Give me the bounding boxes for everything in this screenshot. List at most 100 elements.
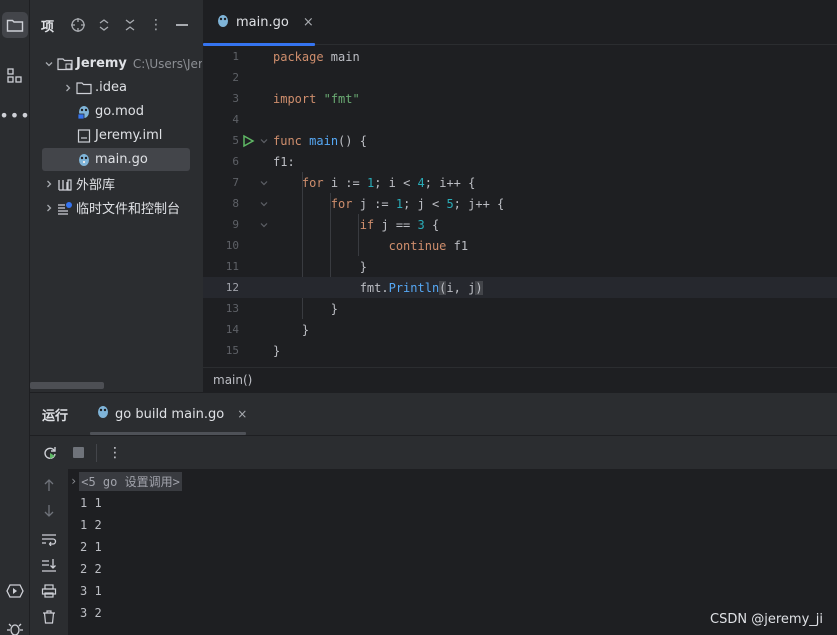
tree-item-label: 临时文件和控制台	[76, 202, 181, 217]
debug-tool-button[interactable]	[2, 615, 28, 635]
code-line: 8 for j := 1; j < 5; j++ {	[203, 193, 837, 214]
code-line: 9 if j == 3 {	[203, 214, 837, 235]
project-tool-button[interactable]	[2, 12, 28, 38]
go-file-icon	[75, 152, 93, 168]
project-panel-title: 项	[41, 19, 55, 35]
arrow-down-icon	[44, 505, 54, 517]
scroll-to-end-icon	[42, 559, 56, 572]
command-line-text: <5 go 设置调用>	[79, 471, 182, 491]
collapse-all-button[interactable]	[117, 18, 143, 32]
console-line: 3 2	[80, 606, 102, 620]
code-area[interactable]: 1 package main 2 3 import "fmt" 4 5 func…	[203, 46, 837, 366]
fold-icon[interactable]	[259, 136, 269, 146]
line-number: 7	[232, 176, 239, 189]
close-run-tab-button[interactable]: ×	[237, 407, 247, 421]
options-menu-button[interactable]: ⋮	[143, 18, 169, 32]
print-button[interactable]	[39, 581, 59, 601]
more-tools-button[interactable]: •••	[0, 102, 30, 128]
run-toolbar: ⋮	[30, 435, 837, 469]
fold-icon[interactable]	[259, 178, 269, 188]
expand-all-icon	[99, 19, 109, 31]
run-panel-title: 运行	[42, 408, 69, 424]
run-panel: 运行 go build main.go × ⋮ › <5 go 设置调用> 1 …	[30, 392, 837, 635]
up-button[interactable]	[39, 475, 59, 495]
chevron-right-icon[interactable]	[42, 203, 56, 213]
tree-item-label: Jeremy	[76, 56, 127, 71]
horizontal-scrollbar[interactable]	[30, 382, 104, 389]
gomod-file-icon	[75, 104, 93, 120]
rerun-button[interactable]	[40, 443, 60, 463]
select-opened-file-button[interactable]	[65, 17, 91, 33]
stop-button[interactable]	[68, 443, 88, 463]
console-side-toolbar	[30, 469, 68, 635]
code-line: 13 }	[203, 298, 837, 319]
structure-tool-button[interactable]	[2, 63, 28, 89]
go-file-icon	[216, 13, 230, 33]
run-panel-header: 运行 go build main.go ×	[30, 393, 837, 435]
run-options-button[interactable]: ⋮	[105, 443, 125, 463]
code-line: 4	[203, 109, 837, 130]
library-icon	[56, 177, 74, 191]
line-number: 6	[232, 155, 239, 168]
line-number: 10	[225, 239, 239, 252]
scroll-to-end-button[interactable]	[39, 555, 59, 575]
code-line: 1 package main	[203, 46, 837, 67]
down-button[interactable]	[39, 501, 59, 521]
breadcrumb[interactable]: main()	[203, 367, 837, 392]
tree-item-label: 外部库	[76, 178, 116, 193]
console-line: 1 2	[80, 518, 102, 532]
tree-item-scratches[interactable]: 临时文件和控制台	[42, 196, 180, 219]
minimize-icon	[176, 24, 188, 26]
folder-icon	[75, 81, 93, 95]
run-tab-label: go build main.go	[115, 406, 225, 422]
tree-item-label: go.mod	[95, 104, 144, 119]
tree-item-main-go[interactable]: main.go	[42, 148, 190, 171]
fold-icon[interactable]	[259, 220, 269, 230]
line-number: 9	[232, 218, 239, 231]
tree-item-jeremy[interactable]: Jeremy C:\Users\Jer	[42, 52, 202, 75]
tab-go-build[interactable]: go build main.go ×	[90, 393, 247, 435]
go-build-icon	[96, 404, 110, 424]
console-command-line[interactable]: › <5 go 设置调用>	[70, 470, 182, 492]
printer-icon	[41, 584, 57, 598]
chevron-right-icon[interactable]	[61, 83, 75, 93]
tree-item-external-libraries[interactable]: 外部库	[42, 172, 115, 195]
tree-item-jeremy-iml[interactable]: Jeremy.iml	[75, 124, 162, 147]
run-tab-indicator	[90, 432, 246, 435]
scratches-icon	[56, 201, 74, 215]
code-line: 10 continue f1	[203, 235, 837, 256]
more-vertical-icon: ⋮	[149, 17, 163, 33]
tree-item-label: main.go	[95, 152, 148, 167]
console-line: 1 1	[80, 496, 102, 510]
console-output[interactable]: › <5 go 设置调用> 1 1 1 2 2 1 2 2 3 1 3 2	[68, 469, 837, 635]
hide-panel-button[interactable]	[169, 24, 195, 26]
soft-wrap-button[interactable]	[39, 529, 59, 549]
console-line: 3 1	[80, 584, 102, 598]
breadcrumb-item[interactable]: main()	[213, 373, 252, 387]
tree-item-label: .idea	[95, 80, 127, 95]
arrow-up-icon	[44, 479, 54, 491]
close-tab-button[interactable]: ×	[303, 15, 314, 30]
tab-main-go[interactable]: main.go ×	[203, 0, 315, 46]
soft-wrap-icon	[42, 534, 57, 546]
run-gutter-icon[interactable]	[241, 134, 255, 148]
tree-item-idea[interactable]: .idea	[61, 76, 127, 99]
clear-console-button[interactable]	[39, 607, 59, 627]
code-line: 3 import "fmt"	[203, 88, 837, 109]
fold-icon[interactable]	[259, 199, 269, 209]
more-vertical-icon: ⋮	[108, 444, 122, 461]
collapse-all-icon	[125, 19, 135, 31]
tree-item-go-mod[interactable]: go.mod	[75, 100, 144, 123]
module-folder-icon	[56, 57, 74, 71]
watermark: CSDN @jeremy_ji	[710, 612, 823, 627]
chevron-right-icon[interactable]	[42, 179, 56, 189]
services-tool-button[interactable]	[2, 578, 28, 604]
code-editor: main.go × 1 package main 2 3 import "fmt…	[202, 0, 837, 392]
console-line: 2 1	[80, 540, 102, 554]
line-number: 8	[232, 197, 239, 210]
chevron-down-icon[interactable]	[42, 59, 56, 69]
expand-all-button[interactable]	[91, 18, 117, 32]
trash-icon	[43, 610, 55, 624]
code-line: 2	[203, 67, 837, 88]
bug-icon	[7, 623, 23, 635]
